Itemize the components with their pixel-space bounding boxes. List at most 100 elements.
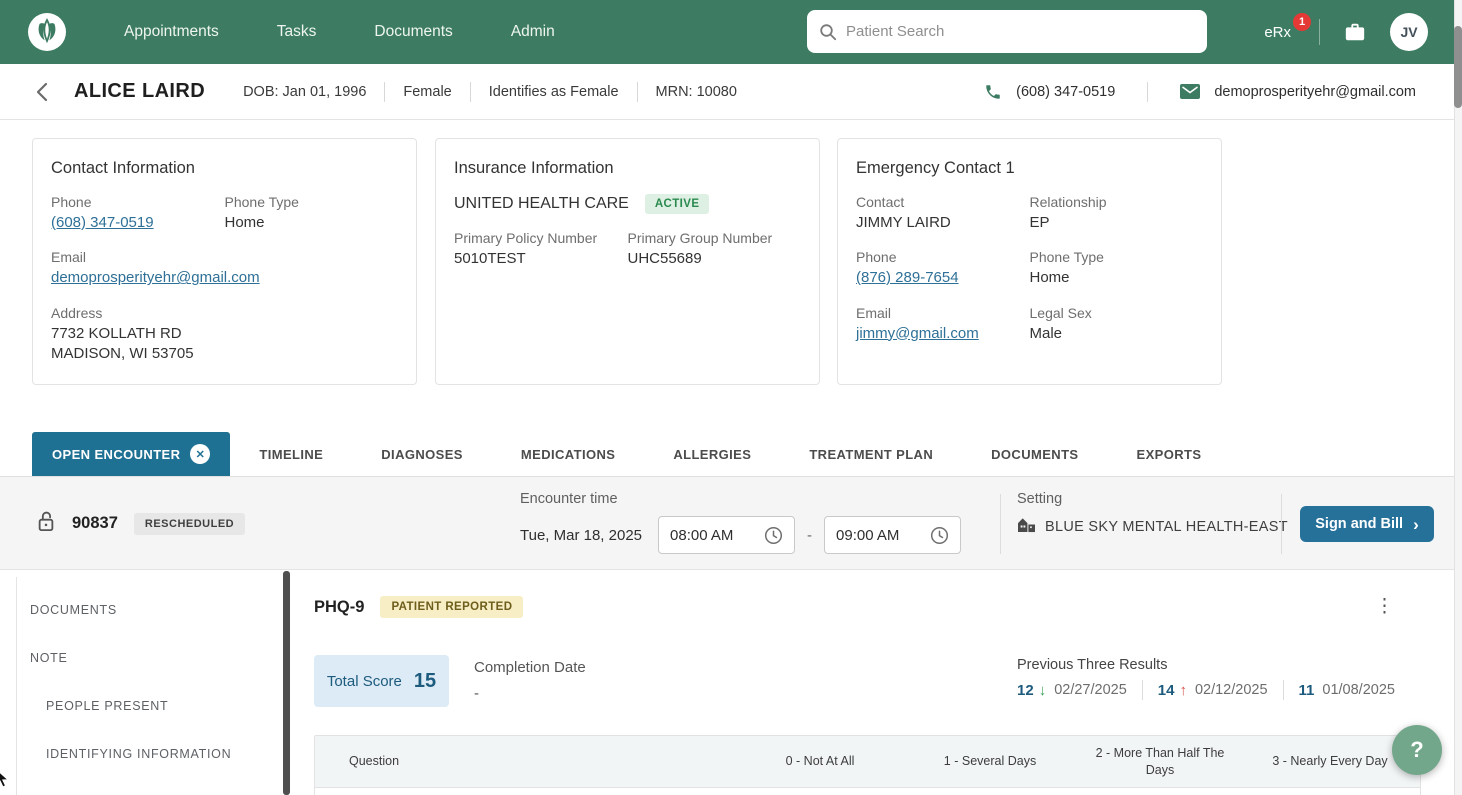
results-divider [1283,680,1284,700]
patient-header: ALICE LAIRD DOB: Jan 01, 1996 Female Ide… [0,64,1462,120]
phone-type-field: Phone Type Home [225,194,399,233]
field-label: Email [856,305,1030,321]
kebab-menu-icon[interactable]: ⋮ [1367,593,1402,620]
chevron-right-icon: › [1413,516,1419,533]
tab-exports[interactable]: EXPORTS [1108,432,1231,476]
email-link[interactable]: demoprosperityehr@gmail.com [51,268,398,288]
encounter-time-label: Encounter time [520,491,961,507]
field-label: Phone [51,194,225,210]
help-button[interactable]: ? [1392,725,1442,775]
end-time-picker[interactable] [824,516,961,554]
contact-information-card: Contact Information Phone (608) 347-0519… [32,138,417,385]
unlocked-icon [36,509,56,539]
encounter-code: 90837 [72,514,118,533]
meta-divider [1147,82,1148,102]
encounter-time-section: Encounter time Tue, Mar 18, 2025 - [520,491,961,554]
main-menu: Appointments Tasks Documents Admin [124,23,555,41]
briefcase-icon[interactable] [1344,21,1366,43]
completion-date-label: Completion Date [474,659,586,676]
phq9-title: PHQ-9 [314,598,364,617]
patient-search-input[interactable] [846,23,1195,40]
sidebar-item-identifying-information[interactable]: IDENTIFYING INFORMATION [46,747,231,761]
completion-date-section: Completion Date - [474,659,586,702]
tab-allergies[interactable]: ALLERGIES [644,432,780,476]
page-scrollbar-thumb[interactable] [1454,26,1462,108]
previous-score: 12 [1017,682,1034,699]
field-label: Primary Group Number [628,230,802,246]
patient-reported-badge: PATIENT REPORTED [380,596,523,618]
relationship-field: Relationship EP [1030,194,1204,233]
sign-and-bill-label: Sign and Bill [1315,516,1403,532]
navbar-right-cluster: eRx 1 JV [1264,0,1428,64]
field-label: Phone [856,249,1030,265]
sidebar-item-people-present[interactable]: PEOPLE PRESENT [46,699,168,713]
trend-up-icon: ↑ [1179,682,1187,699]
page-scrollbar[interactable] [1454,0,1462,795]
column-header-nearly-every-day: 3 - Nearly Every Day [1245,753,1415,769]
encounter-bar: 90837 RESCHEDULED Encounter time Tue, Ma… [0,477,1462,570]
field-label: Phone Type [1030,249,1204,265]
email-link[interactable]: jimmy@gmail.com [856,324,1030,344]
card-title: Emergency Contact 1 [856,159,1203,178]
tab-timeline[interactable]: TIMELINE [230,432,352,476]
nav-item-admin[interactable]: Admin [511,23,555,41]
sidebar-scrollbar[interactable] [283,571,290,795]
tab-open-encounter[interactable]: OPEN ENCOUNTER ✕ [32,432,230,476]
header-email: demoprosperityehr@gmail.com [1214,84,1416,100]
completion-date-value: - [474,685,586,702]
tab-treatment-plan[interactable]: TREATMENT PLAN [780,432,962,476]
nav-item-tasks[interactable]: Tasks [277,23,317,41]
start-time-picker[interactable] [658,516,795,554]
erx-label: eRx [1264,24,1291,41]
patient-sex: Female [403,84,451,100]
contact-name-field: Contact JIMMY LAIRD [856,194,1030,233]
card-title: Contact Information [51,159,398,178]
emergency-phone-field: Phone (876) 289-7654 [856,249,1030,288]
field-value: Male [1030,324,1204,344]
sign-and-bill-button[interactable]: Sign and Bill › [1300,506,1434,542]
close-encounter-icon[interactable]: ✕ [190,444,210,464]
encounter-date: Tue, Mar 18, 2025 [520,527,642,544]
column-header-several-days: 1 - Several Days [905,753,1075,769]
previous-date: 01/08/2025 [1322,682,1395,698]
app-logo-icon[interactable] [28,13,66,51]
back-button[interactable] [36,82,48,102]
total-score-value: 15 [414,670,436,693]
phq9-panel: PHQ-9 PATIENT REPORTED ⋮ Total Score 15 … [291,571,1454,795]
phone-link[interactable]: (876) 289-7654 [856,268,1030,288]
patient-search[interactable] [807,10,1207,53]
encounter-divider [1000,494,1001,554]
app-root: Appointments Tasks Documents Admin eRx 1 [0,0,1462,795]
insurance-information-card: Insurance Information UNITED HEALTH CARE… [435,138,820,385]
patient-summary-cards: Contact Information Phone (608) 347-0519… [0,120,1462,432]
end-time-input[interactable] [836,527,916,544]
patient-mrn: MRN: 10080 [656,84,737,100]
user-avatar[interactable]: JV [1390,13,1428,51]
field-label: Phone Type [225,194,399,210]
field-value: EP [1030,213,1204,233]
field-label: Legal Sex [1030,305,1204,321]
patient-contact-quickinfo: (608) 347-0519 demoprosperityehr@gmail.c… [984,82,1416,102]
setting-value: BLUE SKY MENTAL HEALTH-EAST [1045,519,1288,535]
sidebar-left-rule [16,577,17,795]
start-time-input[interactable] [670,527,750,544]
phone-link[interactable]: (608) 347-0519 [51,213,225,233]
tab-diagnoses[interactable]: DIAGNOSES [352,432,492,476]
tab-medications[interactable]: MEDICATIONS [492,432,644,476]
tab-label: OPEN ENCOUNTER [52,447,180,462]
total-score-label: Total Score [327,673,402,690]
previous-results-label: Previous Three Results [1017,657,1395,673]
nav-item-documents[interactable]: Documents [374,23,452,41]
meta-divider [470,82,471,102]
field-value: 5010TEST [454,249,628,269]
erx-button[interactable]: eRx 1 [1264,24,1295,41]
nav-item-appointments[interactable]: Appointments [124,23,219,41]
tab-documents[interactable]: DOCUMENTS [962,432,1107,476]
address-field: Address 7732 KOLLATH RD MADISON, WI 5370… [51,305,398,365]
sidebar-item-note[interactable]: NOTE [30,651,68,665]
field-value: JIMMY LAIRD [856,213,1030,233]
sidebar-item-documents[interactable]: DOCUMENTS [30,603,117,617]
encounter-status-badge: RESCHEDULED [134,513,245,535]
field-value: Home [1030,268,1204,288]
time-range-separator: - [807,527,812,544]
